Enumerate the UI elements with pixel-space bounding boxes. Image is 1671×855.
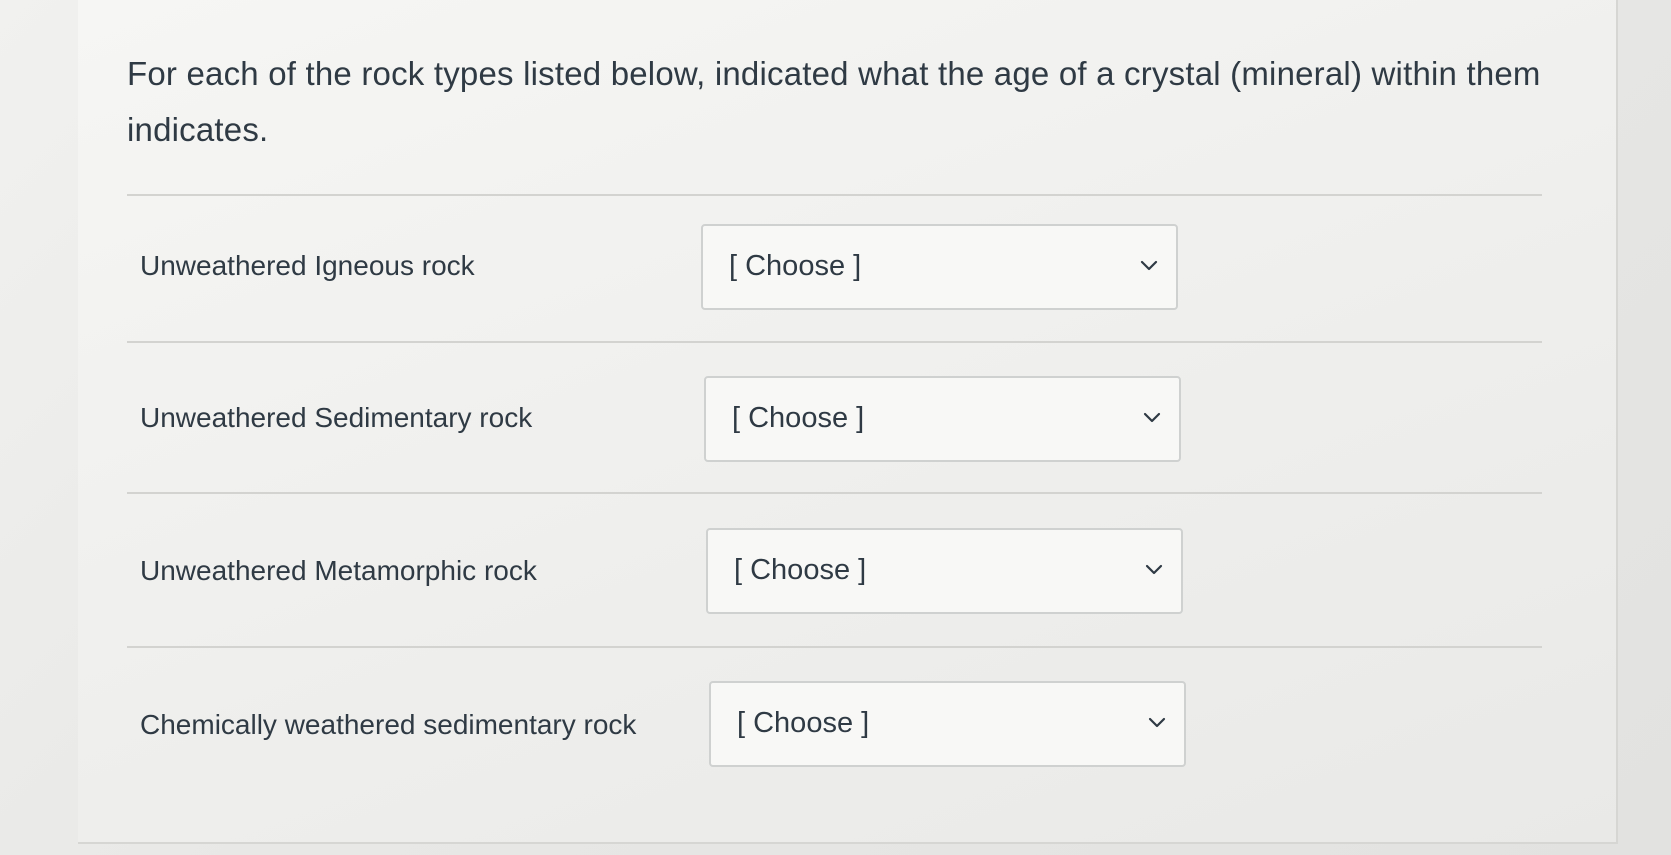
answer-select-chemically-weathered[interactable]: [ Choose ] — [709, 681, 1186, 767]
divider — [127, 646, 1542, 648]
answer-select-sedimentary[interactable]: [ Choose ] — [704, 376, 1181, 462]
divider — [127, 194, 1542, 196]
chevron-down-icon — [1143, 412, 1161, 423]
answer-select-metamorphic[interactable]: [ Choose ] — [706, 528, 1183, 614]
select-value: [ Choose ] — [737, 707, 870, 739]
divider — [127, 341, 1542, 343]
question-prompt: For each of the rock types listed below,… — [127, 55, 1541, 148]
row-label-metamorphic: Unweathered Metamorphic rock — [140, 555, 537, 586]
row-label-chemically-weathered: Chemically weathered sedimentary rock — [140, 709, 637, 740]
chevron-down-icon — [1140, 260, 1158, 271]
row-label-sedimentary: Unweathered Sedimentary rock — [140, 402, 533, 433]
select-value: [ Choose ] — [732, 402, 865, 434]
select-value: [ Choose ] — [729, 250, 862, 282]
chevron-down-icon — [1145, 564, 1163, 575]
row-label-igneous: Unweathered Igneous rock — [140, 250, 475, 281]
select-value: [ Choose ] — [734, 554, 867, 586]
chevron-down-icon — [1148, 717, 1166, 728]
answer-select-igneous[interactable]: [ Choose ] — [701, 224, 1178, 310]
divider — [127, 492, 1542, 494]
